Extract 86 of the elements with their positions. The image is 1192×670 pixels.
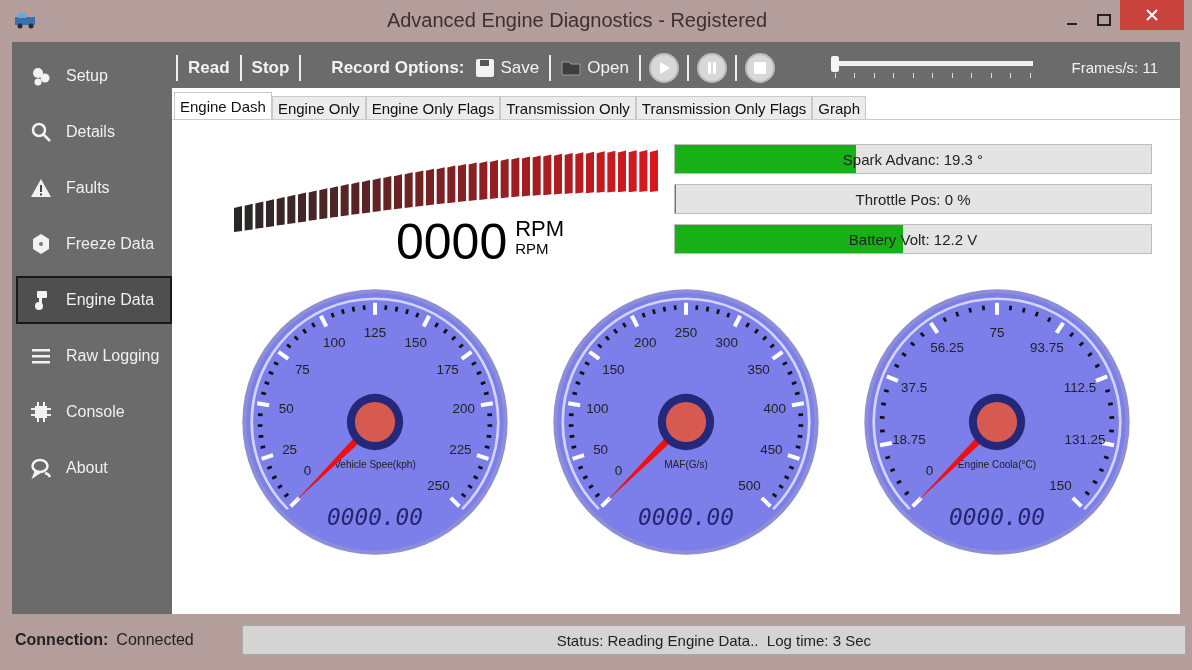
sidebar-item[interactable]: Console [16,388,172,436]
tick-label: 0 [614,463,623,478]
sidebar-item[interactable]: Engine Data [16,276,172,324]
sidebar-icon [30,401,52,423]
rpm-reading: 0000 [396,216,508,268]
play-button[interactable] [648,52,679,83]
tick-label: 56.25 [930,340,964,356]
tick-label: 150 [404,334,427,350]
close-icon [1146,9,1158,21]
tab[interactable]: Transmission Only Flags [635,96,813,119]
tick-label: 175 [436,361,459,377]
window-title: Advanced Engine Diagnostics - Registered [385,8,769,32]
tick-label: 25 [282,442,298,458]
tick-label: 225 [449,442,472,458]
tick-label: 100 [323,334,346,350]
sidebar-item[interactable]: Details [16,108,172,156]
tick-label: 500 [738,478,761,494]
tick-label: 250 [427,478,450,494]
status-panel: Status: Reading Engine Data.. Log time: 3 Sec [241,625,1186,655]
connection-status: Connected [116,631,194,649]
tick-label: 0 [303,463,312,478]
tick-label: 350 [747,361,770,377]
tick-label: 50 [278,400,294,416]
meter-label: Throttle Pos: 0 % [855,190,971,208]
sidebar-icon [30,177,52,199]
sidebar-item[interactable]: Freeze Data [16,220,172,268]
gauge-label: MAF(G/s) [664,458,708,470]
gauge-readout: 0000.00 [638,504,734,531]
tick-label: 150 [602,361,625,377]
tick-label: 131.25 [1064,432,1106,448]
save-button[interactable]: Save [472,57,542,78]
tick-label: 50 [593,442,609,458]
close-button[interactable] [1120,0,1184,30]
tab[interactable]: Engine Dash [174,92,272,119]
tab[interactable]: Engine Only Flags [365,96,501,119]
minimize-icon [1067,23,1077,25]
tick-label: 150 [1049,478,1072,494]
sidebar-item[interactable]: Raw Logging [16,332,172,380]
gauge-label: Vehicle Spee(kph) [334,458,416,470]
sidebar-icon [30,457,52,479]
gauge-readout: 0000.00 [949,504,1045,531]
tab[interactable]: Engine Only [271,96,366,119]
playback-slider[interactable] [832,55,1033,80]
slider-thumb[interactable] [830,55,839,72]
rpm-unit: RPM [515,216,565,242]
frame-rate: Frames/s: 11 [1071,59,1158,76]
app-icon [14,11,38,29]
rpm-unit: RPM [515,240,550,257]
sidebar-icon [30,65,52,87]
stop-button[interactable]: Stop [249,57,292,78]
pause-button[interactable] [696,52,727,83]
gauge-readout: 0000.00 [327,504,423,531]
sidebar-item[interactable]: Setup [16,52,172,100]
gauge-hub [346,393,404,451]
sidebar-icon [30,233,52,255]
stop-icon [752,60,767,75]
tick-label: 450 [760,442,783,458]
gauge-hub [968,393,1026,451]
tick-label: 300 [715,334,738,350]
tab[interactable]: Transmission Only [500,96,636,119]
sidebar-icon [30,121,52,143]
tick-label: 400 [763,400,786,416]
tick-label: 200 [634,334,657,350]
tick-label: 0 [925,463,934,478]
tick-label: 75 [989,324,1005,340]
folder-icon [561,58,582,77]
tick-label: 112.5 [1063,380,1097,396]
tick-label: 200 [452,400,475,416]
open-button[interactable]: Open [559,57,631,78]
gauge-hub [657,393,715,451]
tick-label: 18.75 [892,432,926,448]
record-options-label: Record Options: [331,57,465,78]
connection-label: Connection: [15,631,109,649]
gauge-label: Engine Coola(°C) [957,458,1037,470]
read-button[interactable]: Read [186,57,232,78]
sidebar-item[interactable]: Faults [16,164,172,212]
tick-label: 125 [363,324,387,340]
tab[interactable]: Graph [812,96,867,119]
stop-playback-button[interactable] [744,52,775,83]
tick-label: 250 [674,324,698,340]
tick-label: 37.5 [901,380,928,396]
tick-label: 93.75 [1030,340,1064,356]
tick-label: 75 [294,361,310,377]
maximize-icon [1097,14,1111,26]
tick-label: 100 [586,400,609,416]
sidebar-item[interactable]: About [16,444,172,492]
